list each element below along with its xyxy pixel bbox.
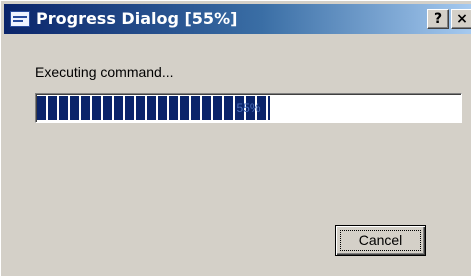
cancel-button[interactable]: Cancel	[335, 225, 426, 256]
title-bar[interactable]: Progress Dialog [55%] ? ×	[4, 4, 471, 34]
progress-dialog: Progress Dialog [55%] ? × Executing comm…	[0, 0, 471, 276]
status-message: Executing command...	[35, 64, 174, 80]
progress-bar: 55%	[35, 93, 462, 123]
close-button[interactable]: ×	[451, 9, 471, 29]
help-button[interactable]: ?	[427, 9, 449, 29]
window-title: Progress Dialog [55%]	[36, 9, 238, 28]
cancel-button-label: Cancel	[358, 232, 403, 248]
progress-percent-label: 55%	[236, 101, 261, 115]
app-icon	[10, 11, 30, 27]
